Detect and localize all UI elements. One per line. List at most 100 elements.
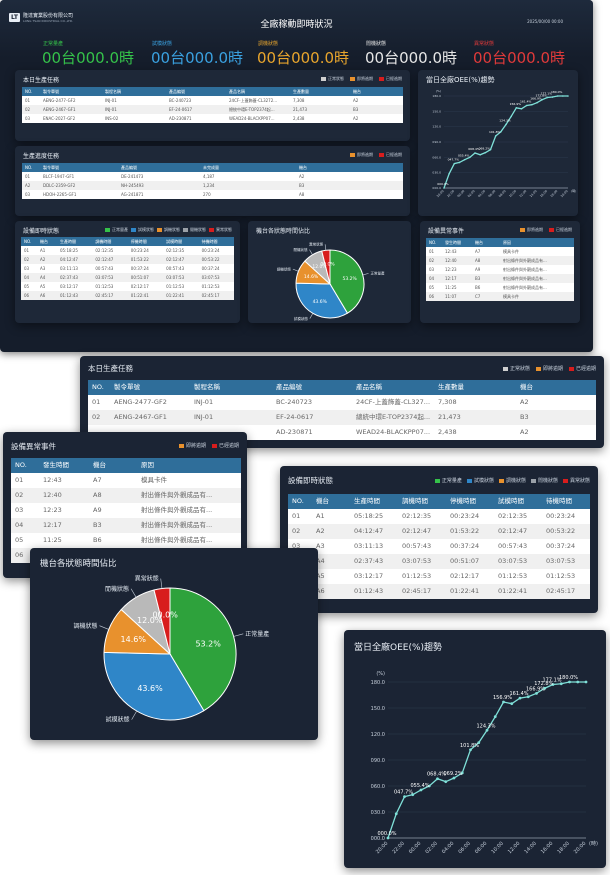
- oee-data-point[interactable]: [448, 172, 450, 175]
- panel-title: 設備異常事件: [428, 228, 465, 235]
- oee-data-point[interactable]: [536, 101, 538, 104]
- table-row[interactable]: 05 11:25 B6 射出條件與外觀成品有...: [426, 283, 574, 292]
- table-row[interactable]: A2 DDLC-2359-GF2 NH-245493 1,234 B3: [22, 181, 403, 190]
- table-cell: 模具卡件: [137, 473, 241, 488]
- table-row[interactable]: 01 12:43 A7 模具卡件: [426, 247, 574, 256]
- table-cell: 00:37:24: [446, 539, 494, 554]
- table-row[interactable]: 02 AENG-2467-GF1 INJ-01 EF-24-0617 總統中環E-TOP…: [22, 105, 403, 114]
- oee-data-point[interactable]: [576, 680, 580, 684]
- panel-title: 設備即時狀態: [23, 228, 60, 235]
- oee-data-point[interactable]: [556, 95, 559, 97]
- x-tick-label: 04:00: [441, 841, 455, 855]
- oee-data-point[interactable]: [419, 788, 423, 792]
- oee-data-point[interactable]: [562, 95, 564, 97]
- table-row[interactable]: 0611:07C7模具卡件: [426, 292, 574, 301]
- table-cell: DE-241473: [118, 172, 200, 181]
- oee-data-point[interactable]: [510, 115, 512, 118]
- oee-data-point[interactable]: [494, 135, 497, 137]
- oee-data-point[interactable]: [443, 187, 445, 189]
- oee-data-point[interactable]: [515, 107, 518, 109]
- table-row[interactable]: 03 12:23 A9 射出條件與外觀成品有...: [426, 265, 574, 274]
- oee-data-point[interactable]: [452, 776, 456, 780]
- oee-data-point[interactable]: [520, 107, 523, 110]
- pie-leader-line: [130, 588, 137, 598]
- y-axis-label: (%): [436, 89, 441, 93]
- table-row[interactable]: 05A503:12:1701:12:5302:12:1701:12:5301:1…: [288, 569, 590, 584]
- oee-data-point[interactable]: [510, 702, 514, 706]
- machine-panel: 設備即時狀態 正常量產 試模狀態 調機狀態 閒機狀態 異常狀態 NO. 機台 生產時間 調機時…: [280, 466, 598, 613]
- table-row[interactable]: 01 BLCF-1947-GF1 DE-241473 4,187 A2: [22, 172, 403, 181]
- oee-data-point[interactable]: [518, 696, 522, 700]
- oee-data-point[interactable]: [394, 812, 398, 816]
- oee-data-point[interactable]: [469, 748, 472, 752]
- table-cell: 00:37:24: [542, 539, 590, 554]
- table-row[interactable]: 05 11:25 B6 射出條件與外觀成品有...: [11, 533, 241, 548]
- table-row[interactable]: 01 AENG-2477-GF2 INJ-01 BC-240723 24CF-上蓋飾蓋-…: [88, 395, 596, 410]
- table-row[interactable]: 03 A3 03:11:13 00:57:43 00:37:24 00:57:43 00:3…: [288, 539, 590, 554]
- table-row[interactable]: 01 AENG-2477-GF2 INJ-01 BC-240723 24CF-上蓋飾蓋-…: [22, 96, 403, 105]
- table-row[interactable]: 02 A2 04:12:47 02:12:47 01:53:22 02:12:47 00:5…: [21, 255, 234, 264]
- legend-swatch: [211, 443, 217, 448]
- table-row[interactable]: 02 A2 04:12:47 02:12:47 01:53:22 02:12:47 00:5…: [288, 524, 590, 539]
- table-row[interactable]: 05A503:12:1701:12:5302:12:1701:12:5301:1…: [21, 282, 234, 291]
- legend-label: 調機狀態: [505, 478, 526, 484]
- table-row[interactable]: 04 12:17 B3 射出條件與外觀成品有...: [426, 274, 574, 283]
- oee-data-point[interactable]: [525, 104, 528, 107]
- legend-label: 即將逾期: [185, 443, 206, 449]
- column-header: 試模時間: [163, 237, 199, 246]
- table-row[interactable]: 02 12:40 A8 射出條件與外觀成品有...: [11, 488, 241, 503]
- oee-data-point[interactable]: [474, 152, 476, 154]
- table-row[interactable]: 02 AENG-2467-GF1 INJ-01 EF-24-0617 總統中環E-TOP…: [88, 410, 596, 425]
- x-tick-label: 00:00: [408, 841, 422, 855]
- oee-data-point[interactable]: [485, 728, 489, 732]
- table-cell: 02:12:35: [398, 509, 446, 524]
- table-cell: 01:12:53: [198, 282, 234, 291]
- oee-data-point[interactable]: [535, 691, 538, 695]
- legend-label: 即將逾期: [542, 366, 563, 372]
- table-cell: B3: [516, 410, 596, 425]
- table-row[interactable]: 03 HDOH-2265-GF1 AG-241871 270 A8: [22, 190, 403, 199]
- oee-data-point[interactable]: [386, 836, 390, 840]
- table-row[interactable]: 01 A1 05:18:25 02:12:35 00:23:24 02:12:35 00:2…: [288, 509, 590, 524]
- oee-data-point[interactable]: [505, 123, 507, 126]
- table-row[interactable]: 06A601:12:4302:45:1701:22:4101:22:4102:4…: [288, 584, 590, 599]
- table-row[interactable]: 04A402:37:4303:07:5300:51:0703:07:5303:0…: [288, 554, 590, 569]
- table-row[interactable]: 03 A3 03:11:13 00:57:43 00:37:24 00:57:43 00:3…: [21, 264, 234, 273]
- oee-data-label: 124.3%: [476, 723, 495, 729]
- pie-leader-line: [131, 710, 137, 720]
- column-header: NO.: [426, 238, 442, 247]
- oee-data-point[interactable]: [568, 680, 571, 684]
- table-cell: A2: [350, 96, 403, 105]
- table-cell: 總統中環E-TOP2374起...: [226, 105, 290, 114]
- oee-data-point[interactable]: [463, 158, 466, 161]
- table-row[interactable]: 03 ENAC-2027-GF2 INS-02 AD-230871 WEAD24-BLA…: [22, 114, 403, 123]
- status-label: 閒機狀態: [366, 41, 387, 47]
- oee-data-point[interactable]: [531, 103, 533, 106]
- table-row[interactable]: 02 12:40 A8 射出條件與外觀成品有...: [426, 256, 574, 265]
- column-header: 機台: [516, 380, 596, 395]
- oee-data-point[interactable]: [551, 96, 554, 98]
- oee-data-point[interactable]: [453, 162, 456, 165]
- oee-data-point[interactable]: [484, 151, 487, 154]
- legend-item: 即將逾期: [350, 76, 373, 82]
- oee-data-point[interactable]: [458, 161, 461, 164]
- oee-data-point[interactable]: [444, 780, 448, 784]
- table-row[interactable]: 04A402:37:4303:07:5300:51:0703:07:5303:0…: [21, 273, 234, 282]
- oee-data-point[interactable]: [584, 680, 588, 684]
- oee-panel: 當日全廠OEE(%)趨勢 000.0 030.0 060.0 090.0 120.0 15…: [344, 630, 606, 868]
- table-row[interactable]: 04 12:17 B3 射出條件與外觀成品有...: [11, 518, 241, 533]
- oee-data-point[interactable]: [436, 777, 439, 781]
- oee-data-point[interactable]: [502, 700, 505, 704]
- oee-data-point[interactable]: [567, 95, 569, 97]
- table-row[interactable]: 06A601:12:4302:45:1701:22:4101:22:4102:4…: [21, 291, 234, 300]
- table-row[interactable]: 01 12:43 A7 模具卡件: [11, 473, 241, 488]
- oee-data-point[interactable]: [493, 715, 497, 719]
- table-row[interactable]: 01 A1 05:18:25 02:12:35 00:23:24 02:12:35 00:2…: [21, 246, 234, 255]
- oee-data-point[interactable]: [403, 795, 406, 799]
- oee-data-point[interactable]: [479, 153, 481, 156]
- table-row[interactable]: 03 12:23 A9 射出條件與外觀成品有...: [11, 503, 241, 518]
- table-cell: 11:07: [442, 292, 472, 301]
- legend-swatch: [178, 443, 184, 448]
- legend-label: 試模狀態: [473, 478, 494, 484]
- table-cell: 射出條件與外觀成品有...: [500, 274, 574, 283]
